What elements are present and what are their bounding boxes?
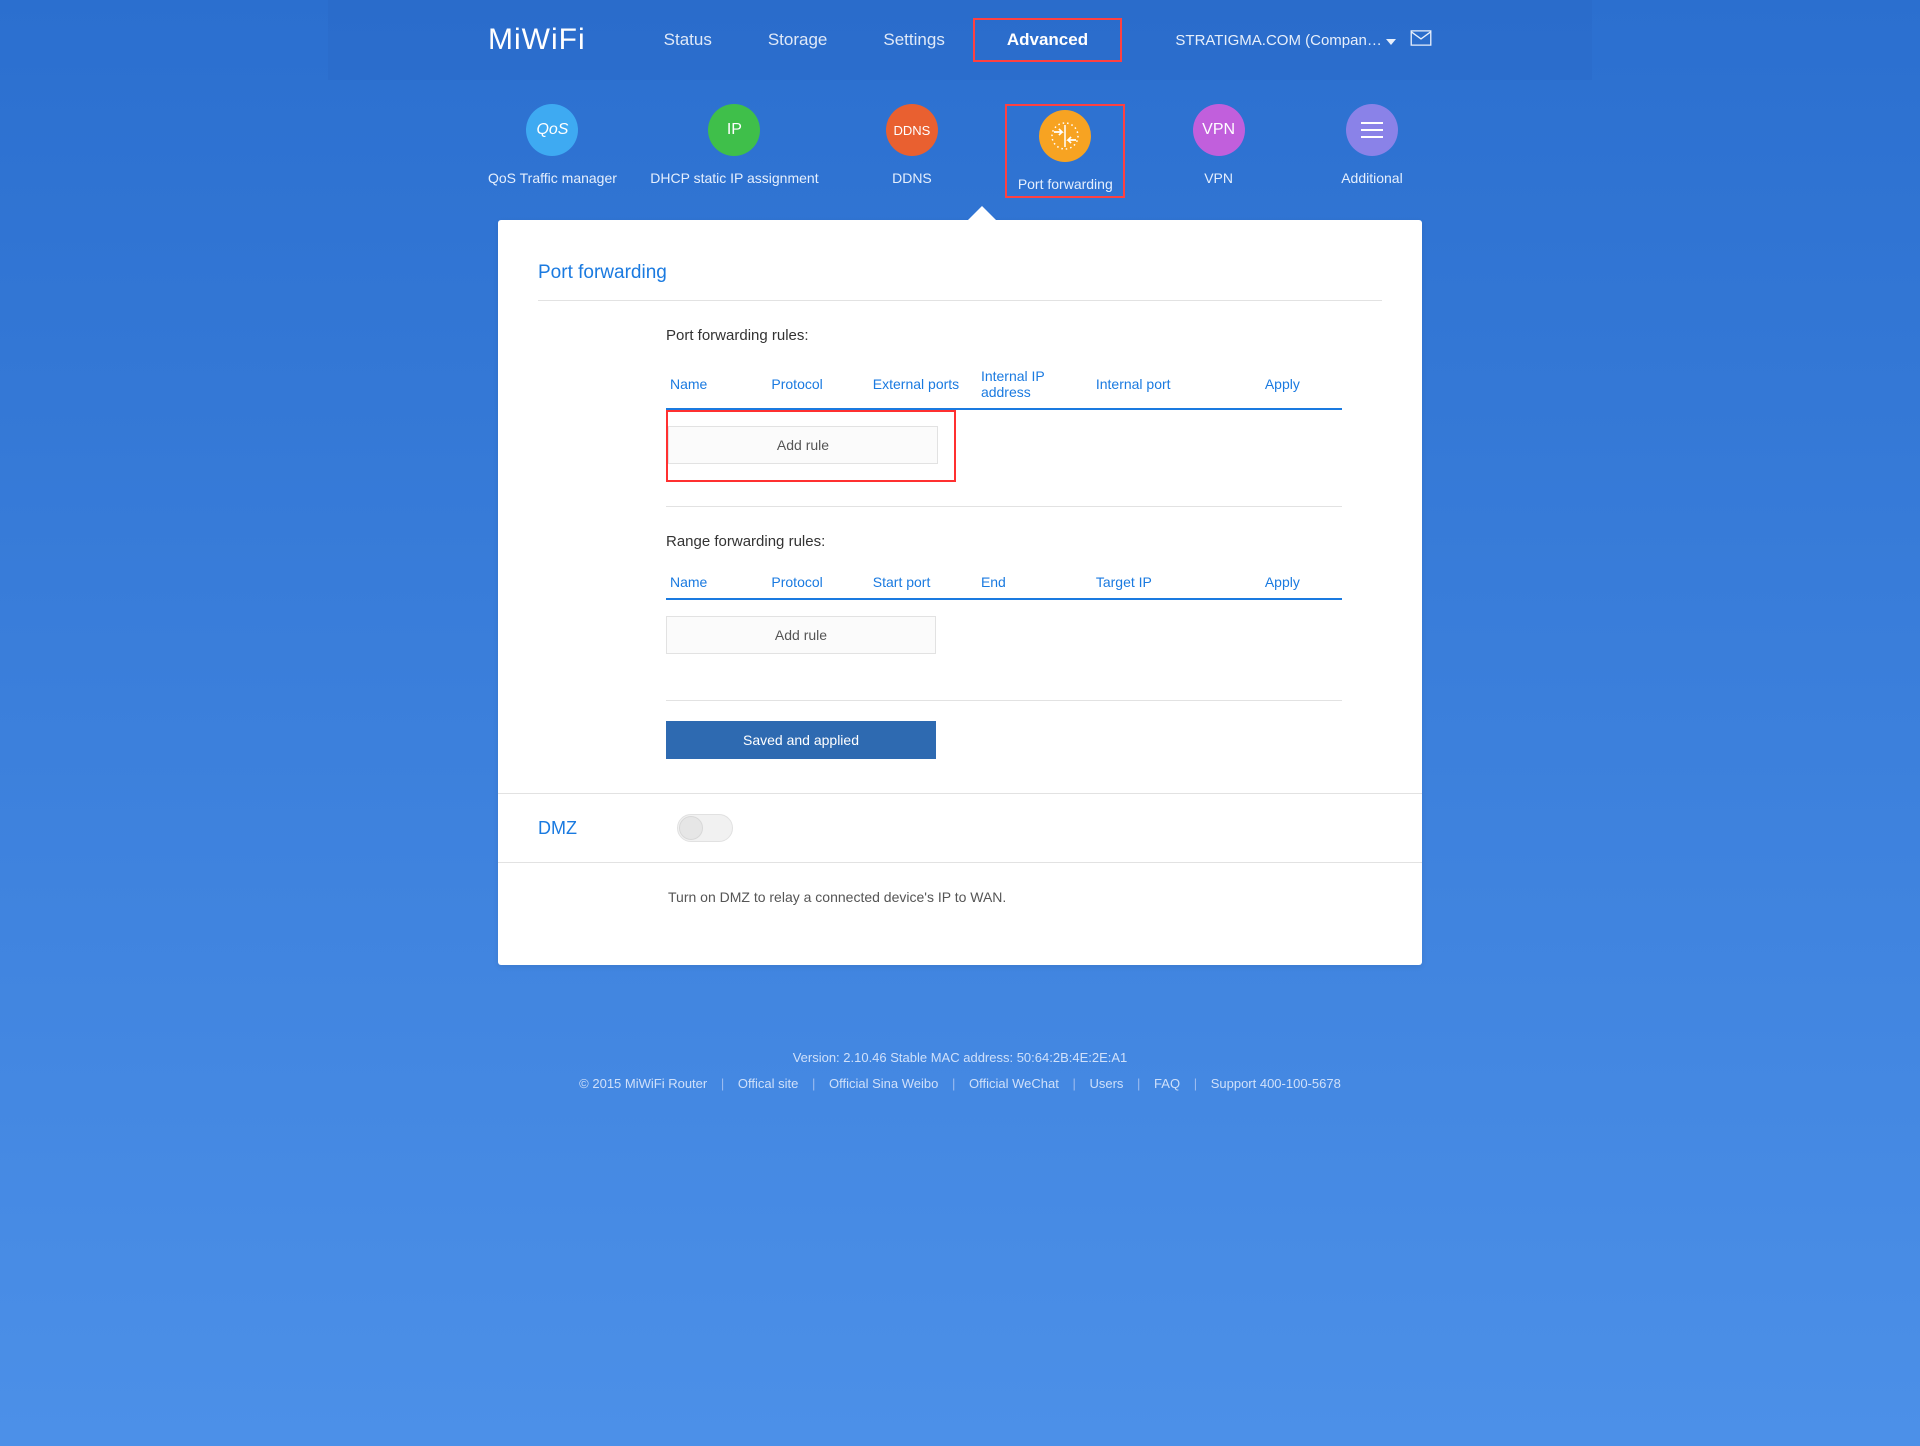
account-name: STRATIGMA.COM (Compan…	[1175, 32, 1381, 49]
ip-icon: IP	[708, 104, 760, 156]
subnav-qos-label: QoS Traffic manager	[488, 170, 617, 186]
toggle-knob	[679, 816, 703, 840]
header: MiWiFi Status Storage Settings Advanced …	[328, 0, 1592, 80]
subnav-additional-label: Additional	[1341, 170, 1403, 186]
port-rules-table: Name Protocol External ports Internal IP…	[666, 360, 1342, 410]
footer-faq[interactable]: FAQ	[1154, 1076, 1180, 1091]
mail-icon[interactable]	[1410, 30, 1432, 50]
qos-icon: QoS	[526, 104, 578, 156]
footer-support: Support 400-100-5678	[1211, 1076, 1341, 1091]
footer-weibo[interactable]: Official Sina Weibo	[829, 1076, 938, 1091]
hamburger-icon	[1346, 104, 1398, 156]
add-range-rule-button[interactable]: Add rule	[666, 616, 936, 654]
col-external-ports: External ports	[869, 360, 977, 409]
nav-advanced[interactable]: Advanced	[973, 18, 1122, 62]
ddns-icon: DDNS	[886, 104, 938, 156]
rcol-start-port: Start port	[869, 566, 977, 599]
add-port-rule-button[interactable]: Add rule	[668, 426, 938, 464]
subnav-vpn[interactable]: VPN VPN	[1159, 104, 1279, 198]
dmz-row: DMZ	[498, 793, 1422, 863]
footer-copyright: © 2015 MiWiFi Router	[579, 1076, 707, 1091]
active-caret	[968, 206, 996, 220]
subnav-vpn-label: VPN	[1204, 170, 1233, 186]
subnav-ddns[interactable]: DDNS DDNS	[852, 104, 972, 198]
nav-storage[interactable]: Storage	[740, 18, 856, 62]
col-name: Name	[666, 360, 767, 409]
subnav-dhcp-label: DHCP static IP assignment	[650, 170, 818, 186]
dmz-description: Turn on DMZ to relay a connected device'…	[498, 863, 1422, 905]
portfwd-icon	[1039, 110, 1091, 162]
subnav-ddns-label: DDNS	[892, 170, 932, 186]
rcol-name: Name	[666, 566, 767, 599]
dmz-toggle[interactable]	[677, 814, 733, 842]
nav-status[interactable]: Status	[636, 18, 740, 62]
save-applied-button[interactable]: Saved and applied	[666, 721, 936, 759]
main-card: Port forwarding Port forwarding rules: N…	[498, 220, 1422, 965]
subnav-portfwd[interactable]: Port forwarding	[1005, 104, 1125, 198]
col-internal-port: Internal port	[1092, 360, 1261, 409]
subnav-dhcp[interactable]: IP DHCP static IP assignment	[650, 104, 818, 198]
chevron-down-icon	[1386, 39, 1396, 45]
page-title: Port forwarding	[538, 262, 1382, 301]
nav-settings[interactable]: Settings	[855, 18, 972, 62]
col-internal-ip: Internal IP address	[977, 360, 1092, 409]
logo: MiWiFi	[488, 23, 586, 57]
footer: Version: 2.10.46 Stable MAC address: 50:…	[328, 1005, 1592, 1177]
nav-tabs: Status Storage Settings Advanced	[636, 18, 1122, 62]
rcol-apply: Apply	[1261, 566, 1342, 599]
col-apply: Apply	[1261, 360, 1342, 409]
rcol-target-ip: Target IP	[1092, 566, 1261, 599]
range-rules-heading: Range forwarding rules:	[666, 533, 1342, 550]
footer-wechat[interactable]: Official WeChat	[969, 1076, 1059, 1091]
subnav-additional[interactable]: Additional	[1312, 104, 1432, 198]
subnav-portfwd-label: Port forwarding	[1018, 176, 1113, 192]
port-rules-heading: Port forwarding rules:	[666, 327, 1342, 344]
dmz-label: DMZ	[538, 818, 577, 839]
subnav-qos[interactable]: QoS QoS Traffic manager	[488, 104, 617, 198]
vpn-icon: VPN	[1193, 104, 1245, 156]
header-right: STRATIGMA.COM (Compan…	[1175, 30, 1432, 50]
col-protocol: Protocol	[767, 360, 868, 409]
subnav: QoS QoS Traffic manager IP DHCP static I…	[328, 80, 1592, 206]
rcol-protocol: Protocol	[767, 566, 868, 599]
rcol-end: End	[977, 566, 1092, 599]
footer-official-site[interactable]: Offical site	[738, 1076, 798, 1091]
account-dropdown[interactable]: STRATIGMA.COM (Compan…	[1175, 32, 1396, 49]
footer-users[interactable]: Users	[1089, 1076, 1123, 1091]
range-rules-table: Name Protocol Start port End Target IP A…	[666, 566, 1342, 600]
footer-version: Version: 2.10.46 Stable MAC address: 50:…	[328, 1045, 1592, 1071]
